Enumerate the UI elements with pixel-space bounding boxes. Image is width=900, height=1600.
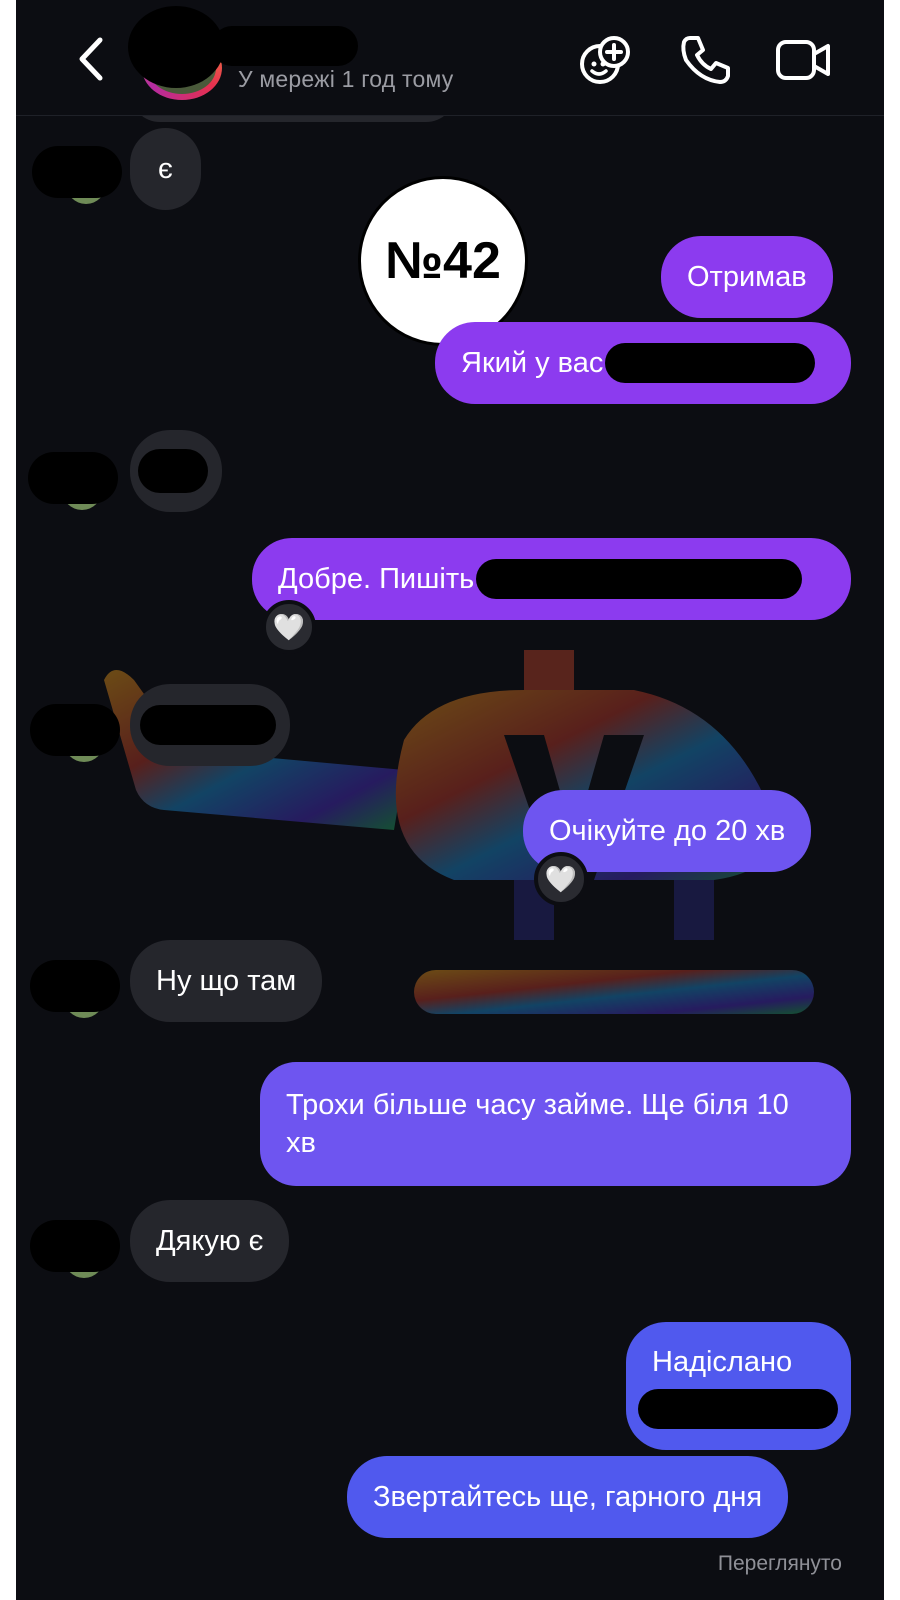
redacted-text [138, 449, 208, 493]
message-bubble-outgoing[interactable]: Отримав [661, 236, 833, 318]
message-bubble-incoming[interactable] [130, 684, 290, 766]
sender-avatar[interactable] [28, 452, 118, 518]
redacted-contact-name [128, 6, 224, 88]
seen-status: Переглянуто [717, 1552, 842, 1575]
message-text: є [158, 153, 173, 185]
message-bubble-outgoing[interactable]: Звертайтесь ще, гарного дня [347, 1456, 789, 1538]
redacted-text [140, 705, 276, 745]
message-text: Звертайтесь ще, гарного дня [373, 1481, 763, 1513]
heart-reaction-icon[interactable]: 🤍 [262, 600, 316, 654]
sender-avatar[interactable] [32, 146, 122, 212]
message-bubble-outgoing[interactable]: Який у вас [435, 322, 851, 404]
chat-screen: У мережі 1 год тому є №42 Отримав Який у… [16, 0, 884, 1600]
message-bubble-outgoing[interactable]: Добре. Пишіть [252, 538, 851, 620]
effects-button[interactable] [576, 30, 636, 90]
message-text: Який у вас [461, 347, 604, 379]
redacted-contact-name-bar [212, 26, 358, 66]
message-text: Ну що там [156, 965, 297, 997]
number-stamp: №42 [358, 176, 528, 346]
redacted-text [605, 343, 816, 383]
message-text: Дякую є [156, 1225, 264, 1257]
message-bubble-outgoing[interactable]: Надіслано [626, 1322, 851, 1450]
message-bubble-outgoing[interactable]: Трохи більше часу займе. Ще біля 10 хв [260, 1062, 851, 1186]
message-bubble-incoming[interactable] [130, 430, 222, 512]
phone-icon [681, 36, 730, 84]
message-bubble-incoming[interactable]: є [130, 128, 201, 210]
heart-reaction-icon[interactable]: 🤍 [534, 852, 588, 906]
video-call-button[interactable] [774, 30, 834, 90]
message-text: Отримав [687, 261, 807, 293]
call-button[interactable] [676, 30, 736, 90]
message-text: Надіслано [652, 1346, 793, 1378]
back-icon [79, 37, 103, 81]
sender-avatar[interactable] [30, 704, 120, 770]
sender-avatar[interactable] [30, 960, 120, 1026]
sender-avatar[interactable] [30, 1220, 120, 1286]
video-icon [776, 40, 830, 80]
chat-header: У мережі 1 год тому [16, 0, 884, 116]
message-text: Трохи більше часу займе. Ще біля 10 хв [286, 1089, 789, 1159]
presence-status: У мережі 1 год тому [238, 66, 454, 92]
message-text: Очікуйте до 20 хв [549, 815, 786, 847]
effects-icon [580, 36, 630, 84]
back-button[interactable] [70, 34, 114, 84]
message-text: Добре. Пишіть [278, 563, 475, 595]
message-bubble-incoming[interactable]: Дякую є [130, 1200, 290, 1282]
redacted-text [476, 559, 803, 599]
redacted-text [638, 1389, 838, 1429]
message-bubble-incoming[interactable]: Ну що там [130, 940, 323, 1022]
